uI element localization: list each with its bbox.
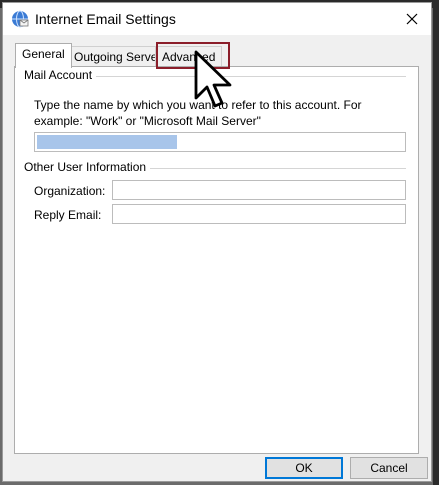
dialog-content: General Outgoing Server Advanced Mail Ac… bbox=[3, 35, 431, 481]
tab-outgoing-server[interactable]: Outgoing Server bbox=[67, 46, 169, 66]
mail-account-description: Type the name by which you want to refer… bbox=[34, 98, 362, 128]
organization-label: Organization: bbox=[34, 184, 106, 198]
reply-email-label: Reply Email: bbox=[34, 208, 102, 222]
ok-button[interactable]: OK bbox=[265, 457, 343, 479]
account-name-input[interactable] bbox=[34, 132, 406, 152]
other-info-group-label: Other User Information bbox=[24, 160, 151, 174]
tab-advanced[interactable]: Advanced bbox=[155, 46, 223, 66]
account-name-selection bbox=[37, 135, 177, 149]
mail-account-group-label: Mail Account bbox=[24, 68, 97, 82]
close-button[interactable] bbox=[401, 8, 423, 30]
tab-general[interactable]: General bbox=[15, 43, 72, 68]
title-bar: Internet Email Settings bbox=[3, 3, 431, 35]
close-icon bbox=[406, 13, 418, 25]
general-tab-panel: Mail Account Type the name by which you … bbox=[14, 66, 419, 454]
globe-mail-icon bbox=[11, 10, 29, 28]
organization-input[interactable] bbox=[112, 180, 406, 200]
cancel-button[interactable]: Cancel bbox=[350, 457, 428, 479]
reply-email-input[interactable] bbox=[112, 204, 406, 224]
dialog-title: Internet Email Settings bbox=[35, 11, 176, 27]
background-app-edge bbox=[433, 0, 439, 485]
internet-email-settings-dialog: Internet Email Settings General Outgoing… bbox=[2, 2, 432, 482]
